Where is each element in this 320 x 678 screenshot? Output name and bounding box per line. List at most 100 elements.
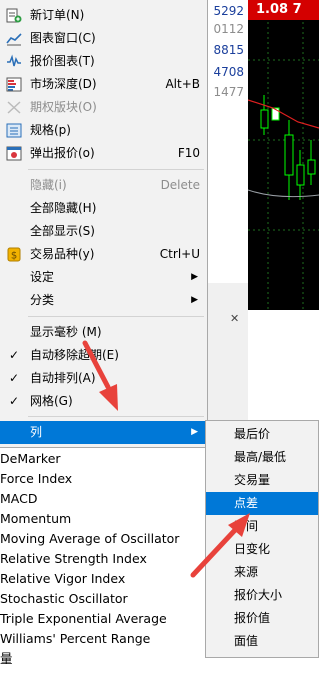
menu-item-label: 隐藏(i) — [30, 178, 67, 192]
menu-item-label: 全部隐藏(H) — [30, 201, 97, 215]
submenu-arrow-icon: ▶ — [191, 295, 198, 305]
specification-icon — [6, 123, 22, 138]
shortcut-label: F10 — [177, 146, 200, 160]
submenu-item-tick-value[interactable]: 报价值 — [206, 607, 318, 630]
menu-item-label: 分类 — [30, 293, 55, 307]
menu-item-hide[interactable]: 隐藏(i) Delete — [0, 174, 206, 197]
chart-window-icon — [6, 33, 22, 46]
menu-item-hide-all[interactable]: 全部隐藏(H) — [0, 197, 206, 220]
submenu-item-label: 交易量 — [234, 473, 271, 487]
menu-item-label: 全部显示(S) — [30, 224, 95, 238]
side-panel — [207, 283, 248, 420]
menu-item-tick-chart[interactable]: 报价图表(T) — [0, 50, 206, 73]
menu-item-label: 设定 — [30, 270, 55, 284]
menu-item-grid[interactable]: ✓ 网格(G) — [0, 390, 206, 413]
menu-item-show-all[interactable]: 全部显示(S) — [0, 220, 206, 243]
options-icon — [7, 101, 21, 114]
menu-item-label: 新订单(N) — [30, 8, 85, 22]
shortcut-label: Delete — [160, 178, 200, 192]
menu-separator — [28, 169, 204, 170]
new-order-icon — [6, 8, 22, 23]
menu-item-label: 自动排列(A) — [30, 371, 96, 385]
quote-value: 4708 — [213, 65, 244, 79]
menu-item-label: 期权版块(O) — [30, 100, 97, 114]
menu-item-label: 报价图表(T) — [30, 54, 95, 68]
submenu-item-label: 最后价 — [234, 427, 271, 441]
quote-value: 1477 — [213, 85, 244, 99]
submenu-item-face-value[interactable]: 面值 — [206, 630, 318, 653]
popup-prices-icon — [6, 146, 22, 161]
menu-item-auto-arrange[interactable]: ✓ 自动排列(A) — [0, 367, 206, 390]
menu-item-show-milliseconds[interactable]: 显示毫秒 (M) — [0, 321, 206, 344]
menu-item-options-board[interactable]: 期权版块(O) — [0, 96, 206, 119]
submenu-item-last-price[interactable]: 最后价 — [206, 423, 318, 446]
indicator-item[interactable]: MACD — [0, 489, 37, 509]
market-depth-icon — [6, 77, 22, 92]
menu-item-label: 市场深度(D) — [30, 77, 97, 91]
submenu-arrow-icon: ▶ — [191, 427, 198, 437]
submenu-item-high-low[interactable]: 最高/最低 — [206, 446, 318, 469]
menu-item-settings[interactable]: 设定 ▶ — [0, 266, 206, 289]
menu-item-label: 规格(p) — [30, 123, 71, 137]
menu-item-label: 弹出报价(o) — [30, 146, 95, 160]
indicator-item[interactable]: Stochastic Oscillator — [0, 589, 128, 609]
menu-item-auto-remove-expired[interactable]: ✓ 自动移除超期(E) — [0, 344, 206, 367]
indicator-item[interactable]: Relative Strength Index — [0, 549, 147, 569]
menu-item-label: 图表窗口(C) — [30, 31, 96, 45]
context-menu: 新订单(N) 图表窗口(C) 报价图表(T) 市场深度(D) Alt+B 期权版… — [0, 0, 208, 448]
shortcut-label: Ctrl+U — [159, 247, 200, 261]
close-icon[interactable]: ✕ — [230, 312, 239, 325]
checkmark-icon: ✓ — [9, 371, 20, 385]
shortcut-label: Alt+B — [165, 77, 200, 91]
menu-item-market-depth[interactable]: 市场深度(D) Alt+B — [0, 73, 206, 96]
menu-item-new-order[interactable]: 新订单(N) — [0, 4, 206, 27]
submenu-item-label: 报价值 — [234, 611, 271, 625]
menu-item-label: 交易品种(y) — [30, 247, 95, 261]
submenu-arrow-icon: ▶ — [191, 272, 198, 282]
submenu-item-source[interactable]: 来源 — [206, 561, 318, 584]
indicator-item[interactable]: Triple Exponential Average — [0, 609, 167, 629]
candlestick-chart — [248, 22, 319, 310]
menu-item-popup-prices[interactable]: 弹出报价(o) F10 — [0, 142, 206, 165]
menu-item-label: 显示毫秒 (M) — [30, 325, 102, 339]
submenu-item-label: 最高/最低 — [234, 450, 287, 464]
submenu-item-label: 点差 — [234, 496, 259, 510]
submenu-item-daily-change[interactable]: 日变化 — [206, 538, 318, 561]
indicator-item[interactable]: Momentum — [0, 509, 71, 529]
submenu-item-label: 面值 — [234, 634, 259, 648]
checkmark-icon: ✓ — [9, 394, 20, 408]
quote-value: 8815 — [213, 43, 244, 57]
menu-separator — [28, 416, 204, 417]
menu-item-category[interactable]: 分类 ▶ — [0, 289, 206, 312]
indicator-item[interactable]: Relative Vigor Index — [0, 569, 125, 589]
submenu-item-label: 报价大小 — [234, 588, 283, 602]
quote-value: 0112 — [213, 22, 244, 36]
menu-item-symbols[interactable]: $ 交易品种(y) Ctrl+U — [0, 243, 206, 266]
menu-item-label: 自动移除超期(E) — [30, 348, 119, 362]
submenu-item-tick-size[interactable]: 报价大小 — [206, 584, 318, 607]
indicator-list: DeMarker Force Index MACD Momentum Movin… — [0, 447, 207, 678]
menu-item-label: 网格(G) — [30, 394, 73, 408]
menu-item-label: 列 — [30, 425, 43, 439]
submenu-item-label: 来源 — [234, 565, 259, 579]
columns-submenu: 最后价 最高/最低 交易量 点差 时间 日变化 来源 报价大小 报价值 面值 — [205, 420, 319, 658]
symbols-icon: $ — [7, 247, 21, 262]
submenu-item-spread[interactable]: 点差 — [206, 492, 318, 515]
submenu-item-label: 日变化 — [234, 542, 271, 556]
indicator-item[interactable]: Williams' Percent Range — [0, 629, 150, 649]
menu-separator — [28, 316, 204, 317]
tick-chart-icon — [7, 54, 21, 67]
quote-list: 5292 0112 8815 4708 1477 — [205, 0, 248, 110]
price-chart: 1.08 7 — [248, 0, 319, 310]
submenu-item-label: 时间 — [234, 519, 259, 533]
indicator-item[interactable]: 量 — [0, 649, 13, 669]
menu-item-chart-window[interactable]: 图表窗口(C) — [0, 27, 206, 50]
indicator-item[interactable]: Moving Average of Oscillator — [0, 529, 179, 549]
menu-item-columns[interactable]: 列 ▶ — [0, 421, 206, 444]
indicator-item[interactable]: Force Index — [0, 469, 72, 489]
checkmark-icon: ✓ — [9, 348, 20, 362]
indicator-item[interactable]: DeMarker — [0, 449, 61, 469]
submenu-item-time[interactable]: 时间 — [206, 515, 318, 538]
menu-item-specification[interactable]: 规格(p) — [0, 119, 206, 142]
submenu-item-volume[interactable]: 交易量 — [206, 469, 318, 492]
